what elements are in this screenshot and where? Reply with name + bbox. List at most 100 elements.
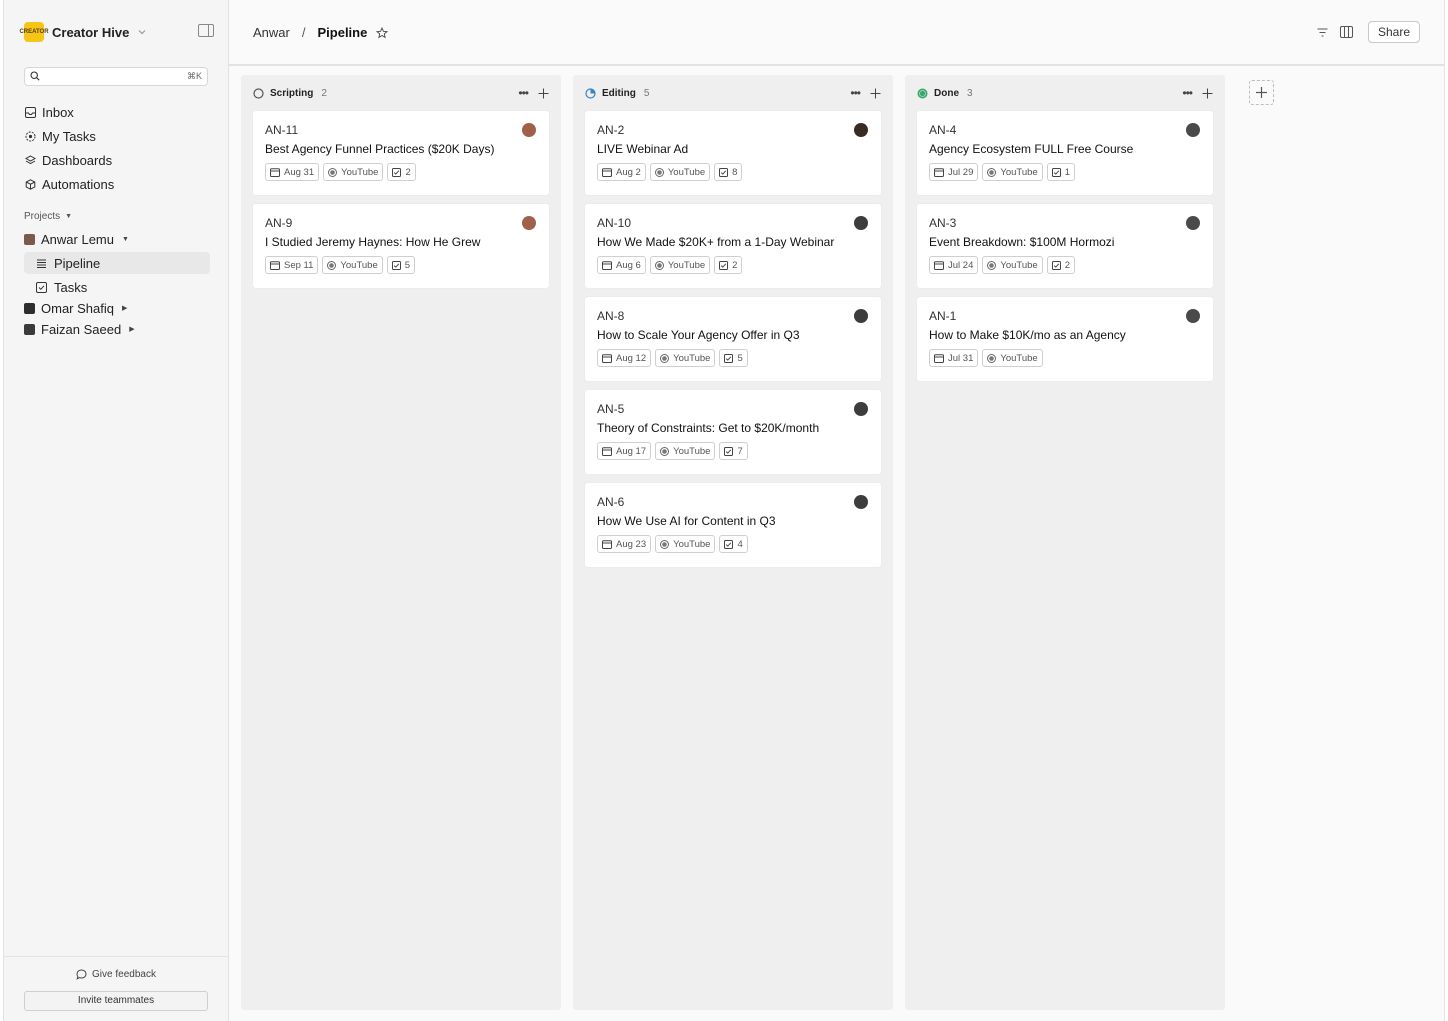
assignee-avatar[interactable] xyxy=(854,123,868,137)
task-card[interactable]: AN-5 Theory of Constraints: Get to $20K/m… xyxy=(585,390,881,474)
channel-tag[interactable]: YouTube xyxy=(323,163,384,181)
project-faizan-saeed[interactable]: Faizan Saeed ▶ xyxy=(24,318,214,340)
channel-tag[interactable]: YouTube xyxy=(655,535,716,553)
subtasks-tag[interactable]: 4 xyxy=(719,535,748,553)
channel-label: YouTube xyxy=(1000,259,1038,271)
checkbox-icon xyxy=(1051,260,1061,270)
add-column-button[interactable] xyxy=(1249,80,1274,105)
channel-tag[interactable]: YouTube xyxy=(982,163,1043,181)
checkbox-icon xyxy=(391,260,401,270)
avatar xyxy=(24,302,35,314)
task-card[interactable]: AN-3 Event Breakdown: $100M Hormozi Jul 24… xyxy=(917,204,1213,288)
subtasks-tag[interactable]: 5 xyxy=(719,349,748,367)
subtask-count: 1 xyxy=(1064,166,1070,178)
due-date-tag[interactable]: Aug 2 xyxy=(597,163,646,181)
task-card[interactable]: AN-10 How We Made $20K+ from a 1-Day Webi… xyxy=(585,204,881,288)
subtask-count: 2 xyxy=(405,166,411,178)
project-subitem-tasks[interactable]: Tasks xyxy=(24,276,214,298)
star-icon[interactable] xyxy=(376,26,389,39)
due-date-tag[interactable]: Aug 6 xyxy=(597,256,646,274)
task-card[interactable]: AN-9 I Studied Jeremy Haynes: How He Grew… xyxy=(253,204,549,288)
assignee-avatar[interactable] xyxy=(854,402,868,416)
add-card-icon[interactable] xyxy=(870,88,881,99)
task-card[interactable]: AN-2 LIVE Webinar Ad Aug 2 YouTube 8 xyxy=(585,111,881,195)
add-card-icon[interactable] xyxy=(538,88,549,99)
subtasks-tag[interactable]: 8 xyxy=(714,163,743,181)
card-tags: Sep 11 YouTube 5 xyxy=(265,256,537,274)
kanban-board: Scripting 2 ••• AN-11 Best Agency Funnel Pra… xyxy=(241,75,1444,1010)
assignee-avatar[interactable] xyxy=(522,216,536,230)
due-date-tag[interactable]: Jul 24 xyxy=(929,256,979,274)
invite-teammates-button[interactable]: Invite teammates xyxy=(24,991,208,1011)
card-list: AN-2 LIVE Webinar Ad Aug 2 YouTube 8 AN-10 How… xyxy=(573,111,893,567)
add-card-icon[interactable] xyxy=(1202,88,1213,99)
subtasks-tag[interactable]: 2 xyxy=(1046,256,1075,274)
assignee-avatar[interactable] xyxy=(854,495,868,509)
due-date-tag[interactable]: Aug 31 xyxy=(265,163,320,181)
card-id: AN-5 xyxy=(597,402,625,416)
breadcrumb-root[interactable]: Anwar xyxy=(253,25,290,40)
subtasks-tag[interactable]: 2 xyxy=(387,163,416,181)
plus-icon xyxy=(1256,87,1267,98)
project-subitem-pipeline[interactable]: Pipeline xyxy=(24,252,210,274)
subtasks-tag[interactable]: 5 xyxy=(386,256,416,274)
channel-label: YouTube xyxy=(1000,166,1038,178)
due-date-tag[interactable]: Aug 17 xyxy=(597,442,652,460)
task-card[interactable]: AN-6 How We Use AI for Content in Q3 Aug 2… xyxy=(585,483,881,567)
column-actions: ••• xyxy=(1182,86,1213,100)
nav-item-inbox[interactable]: Inbox xyxy=(24,100,210,124)
assignee-avatar[interactable] xyxy=(854,216,868,230)
due-date: Aug 17 xyxy=(616,445,647,457)
task-card[interactable]: AN-8 How to Scale Your Agency Offer in Q3… xyxy=(585,297,881,381)
share-button[interactable]: Share xyxy=(1367,21,1420,43)
due-date-tag[interactable]: Aug 23 xyxy=(597,535,652,553)
card-title: LIVE Webinar Ad xyxy=(597,142,689,156)
task-card[interactable]: AN-11 Best Agency Funnel Practices ($20K … xyxy=(253,111,549,195)
columns-view-icon[interactable] xyxy=(1340,25,1354,39)
projects-section-label[interactable]: Projects ▼ xyxy=(24,211,72,222)
column-title: Scripting xyxy=(270,87,314,99)
filter-icon[interactable] xyxy=(1316,25,1330,39)
project-anwar-lemu[interactable]: Anwar Lemu ▼ xyxy=(24,228,214,250)
assignee-avatar[interactable] xyxy=(1186,309,1200,323)
sidebar-toggle-icon[interactable] xyxy=(198,24,214,37)
channel-tag[interactable]: YouTube xyxy=(655,349,716,367)
assignee-avatar[interactable] xyxy=(854,309,868,323)
channel-tag[interactable]: YouTube xyxy=(982,349,1043,367)
channel-tag[interactable]: YouTube xyxy=(649,163,711,181)
assignee-avatar[interactable] xyxy=(522,123,536,137)
channel-tag[interactable]: YouTube xyxy=(322,256,383,274)
more-options-icon[interactable]: ••• xyxy=(1182,86,1193,100)
task-card[interactable]: AN-1 How to Make $10K/mo as an Agency Jul … xyxy=(917,297,1213,381)
subtasks-tag[interactable]: 2 xyxy=(714,256,743,274)
nav-item-dashboards[interactable]: Dashboards xyxy=(24,148,210,172)
assignee-avatar[interactable] xyxy=(1186,123,1200,137)
caret-down-icon: ▼ xyxy=(65,213,73,220)
due-date-tag[interactable]: Sep 11 xyxy=(265,256,319,274)
assignee-avatar[interactable] xyxy=(1186,216,1200,230)
subtask-count: 2 xyxy=(732,259,738,271)
subtasks-tag[interactable]: 1 xyxy=(1046,163,1075,181)
more-options-icon[interactable]: ••• xyxy=(518,86,529,100)
nav-item-my-tasks[interactable]: My Tasks xyxy=(24,124,210,148)
nav-item-automations[interactable]: Automations xyxy=(24,172,210,196)
channel-tag[interactable]: YouTube xyxy=(649,256,711,274)
calendar-icon xyxy=(602,167,612,177)
give-feedback-link[interactable]: Give feedback xyxy=(4,969,228,980)
channel-tag[interactable]: YouTube xyxy=(982,256,1043,274)
project-omar-shafiq[interactable]: Omar Shafiq ▶ xyxy=(24,297,214,319)
subtasks-tag[interactable]: 7 xyxy=(719,442,748,460)
workspace-switcher[interactable]: CREATOR Creator Hive xyxy=(19,21,214,43)
more-options-icon[interactable]: ••• xyxy=(850,86,861,100)
search-input[interactable] xyxy=(44,70,187,83)
task-card[interactable]: AN-4 Agency Ecosystem FULL Free Course Jul… xyxy=(917,111,1213,195)
channel-tag[interactable]: YouTube xyxy=(655,442,716,460)
target-icon xyxy=(24,130,36,142)
search-box[interactable]: ⌘K xyxy=(24,67,208,86)
channel-label: YouTube xyxy=(667,166,706,178)
due-date-tag[interactable]: Jul 31 xyxy=(929,349,979,367)
due-date-tag[interactable]: Aug 12 xyxy=(597,349,652,367)
subitem-label: Tasks xyxy=(54,279,88,295)
due-date-tag[interactable]: Jul 29 xyxy=(929,163,979,181)
breadcrumb: Anwar / Pipeline xyxy=(253,25,389,40)
